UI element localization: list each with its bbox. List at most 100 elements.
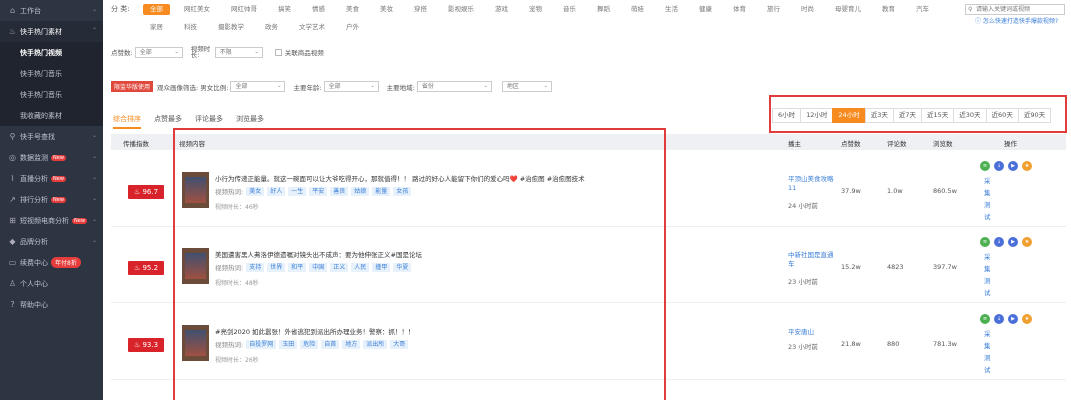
category-9[interactable]: 游戏 <box>488 4 515 15</box>
collect-test-link[interactable]: 采集测试 <box>984 175 992 223</box>
tab-1[interactable]: 点赞最多 <box>154 114 182 129</box>
likes-label: 点赞数: <box>111 49 133 57</box>
sidebar-item-label: 快手热门音乐 <box>20 69 62 78</box>
list-icon[interactable]: ≡ <box>980 237 990 247</box>
category-17[interactable]: 旅行 <box>760 4 787 15</box>
fire-icon: ♨ <box>8 27 17 36</box>
sidebar-item-5[interactable]: 我收藏的素材 <box>0 105 103 126</box>
tab-0[interactable]: 综合排序 <box>113 114 141 129</box>
province-select[interactable]: 省份 ⌄ <box>416 81 492 92</box>
category-15[interactable]: 健康 <box>692 4 719 15</box>
views-count: 397.7w <box>933 263 957 271</box>
author-link[interactable]: 平安唐山 <box>788 328 836 337</box>
sidebar-item-10[interactable]: ⊞ 短视频电商分析 New ⌄ <box>0 210 103 231</box>
sidebar-item-label: 快手热门音乐 <box>20 90 62 99</box>
sidebar-item-4[interactable]: 快手热门音乐 <box>0 84 103 105</box>
category-12[interactable]: 舞蹈 <box>590 4 617 15</box>
category-6[interactable]: 美妆 <box>373 4 400 15</box>
card-icon: ▭ <box>8 258 17 267</box>
collect-test-link[interactable]: 采集测试 <box>984 328 992 376</box>
play-icon[interactable]: ▶ <box>1008 314 1018 324</box>
new-badge: New <box>72 217 87 224</box>
play-icon[interactable]: ▶ <box>1008 237 1018 247</box>
play-icon[interactable]: ▶ <box>1008 161 1018 171</box>
views-count: 781.3w <box>933 340 957 348</box>
tab-3[interactable]: 浏览最多 <box>236 114 264 129</box>
category-20[interactable]: 教育 <box>875 4 902 15</box>
comments-count: 4823 <box>887 263 904 271</box>
related-goods-checkbox[interactable] <box>274 48 282 56</box>
category-14[interactable]: 生活 <box>658 4 685 15</box>
row-actions: ≡ ↓ ▶ ★ <box>980 237 1036 247</box>
post-time: 24 小时前 <box>788 202 818 210</box>
sidebar-item-label: 数据监测 <box>20 153 48 162</box>
download-icon[interactable]: ↓ <box>994 314 1004 324</box>
collect-test-link[interactable]: 采集测试 <box>984 251 992 299</box>
download-icon[interactable]: ↓ <box>994 237 1004 247</box>
sidebar-item-label: 工作台 <box>20 6 41 15</box>
category-0[interactable]: 全部 <box>143 4 170 15</box>
category-4[interactable]: 情感 <box>305 4 332 15</box>
category-filter: 分 类: 全部 网红美女 网红帅哥 搞笑 情感 美食 美妆 穿搭 影视娱乐 游戏 宠物 音乐 舞蹈 萌娃生… <box>111 4 971 40</box>
sidebar-item-1[interactable]: ♨ 快手热门素材 ⌃ <box>0 21 103 42</box>
star-icon[interactable]: ★ <box>1022 314 1032 324</box>
category-1[interactable]: 网红美女 <box>177 4 217 15</box>
sidebar-item-8[interactable]: ⌇ 直播分析 New ⌄ <box>0 168 103 189</box>
highlight-box-content <box>173 128 666 400</box>
list-icon[interactable]: ≡ <box>980 161 990 171</box>
new-badge: New <box>51 175 66 182</box>
category-23[interactable]: 科技 <box>177 22 204 33</box>
sidebar-item-label: 帮助中心 <box>20 300 48 309</box>
sidebar-item-2[interactable]: 快手热门视频 <box>0 42 103 63</box>
sidebar-item-14[interactable]: ? 帮助中心 <box>0 294 103 315</box>
sidebar-item-6[interactable]: ⚲ 快手号查找 ⌄ <box>0 126 103 147</box>
category-21[interactable]: 汽车 <box>909 4 936 15</box>
duration-select[interactable]: 不限 ⌄ <box>214 46 263 58</box>
category-11[interactable]: 音乐 <box>556 4 583 15</box>
category-19[interactable]: 母婴育儿 <box>828 4 868 15</box>
star-icon[interactable]: ★ <box>1022 161 1032 171</box>
category-16[interactable]: 体育 <box>726 4 753 15</box>
monitor-icon: ◎ <box>9 153 16 162</box>
gender-select[interactable]: 全部 ⌄ <box>230 81 286 92</box>
help-link[interactable]: ⓘ 怎么快速打造快手爆款视频? <box>975 18 1065 25</box>
sidebar-item-3[interactable]: 快手热门音乐 <box>0 63 103 84</box>
sidebar-item-11[interactable]: ◆ 品牌分析 ⌄ <box>0 231 103 252</box>
sidebar-item-13[interactable]: ♙ 个人中心 <box>0 273 103 294</box>
star-icon[interactable]: ★ <box>1022 237 1032 247</box>
category-5[interactable]: 美食 <box>339 4 366 15</box>
list-icon[interactable]: ≡ <box>980 314 990 324</box>
category-25[interactable]: 政务 <box>258 22 285 33</box>
sidebar-item-9[interactable]: ↗ 排行分析 New ⌄ <box>0 189 103 210</box>
row-actions: ≡ ↓ ▶ ★ <box>980 314 1036 324</box>
sidebar-item-label: 快手号查找 <box>20 132 55 141</box>
category-27[interactable]: 户外 <box>339 22 366 33</box>
city-select[interactable]: 地区 ⌄ <box>501 81 552 92</box>
age-select[interactable]: 全部 ⌄ <box>323 81 379 92</box>
author-link[interactable]: 中新社国是直通车 <box>788 251 836 269</box>
tab-2[interactable]: 评论最多 <box>195 114 223 129</box>
category-3[interactable]: 搞笑 <box>271 4 298 15</box>
sidebar-item-label: 续费中心 <box>20 258 48 267</box>
post-time: 23 小时前 <box>788 278 818 286</box>
category-22[interactable]: 家居 <box>143 22 170 33</box>
category-10[interactable]: 宠物 <box>522 4 549 15</box>
category-7[interactable]: 穿搭 <box>407 4 434 15</box>
likes-count: 37.9w <box>841 187 861 195</box>
search-input[interactable]: ⚲ 请输入关键词或视频 <box>965 4 1065 15</box>
comments-count: 880 <box>887 340 900 348</box>
category-13[interactable]: 萌娃 <box>624 4 651 15</box>
sidebar-item-7[interactable]: ◎ 数据监测 New ⌄ <box>0 147 103 168</box>
category-18[interactable]: 时尚 <box>794 4 821 15</box>
chevron-down-icon: ⌄ <box>91 153 97 160</box>
category-8[interactable]: 影视娱乐 <box>441 4 481 15</box>
author-link[interactable]: 平顶山美食攻略11 <box>788 175 836 193</box>
category-2[interactable]: 网红帅哥 <box>224 4 264 15</box>
likes-select[interactable]: 全部 ⌄ <box>134 46 183 58</box>
category-26[interactable]: 文学艺术 <box>292 22 332 33</box>
sidebar-item-0[interactable]: ⌂ 工作台 ⌄ <box>0 0 103 21</box>
download-icon[interactable]: ↓ <box>994 161 1004 171</box>
sidebar-item-12[interactable]: ▭ 续费中心 年付8折 <box>0 252 103 273</box>
chevron-down-icon: ⌄ <box>91 6 97 13</box>
category-24[interactable]: 摄影教学 <box>211 22 251 33</box>
